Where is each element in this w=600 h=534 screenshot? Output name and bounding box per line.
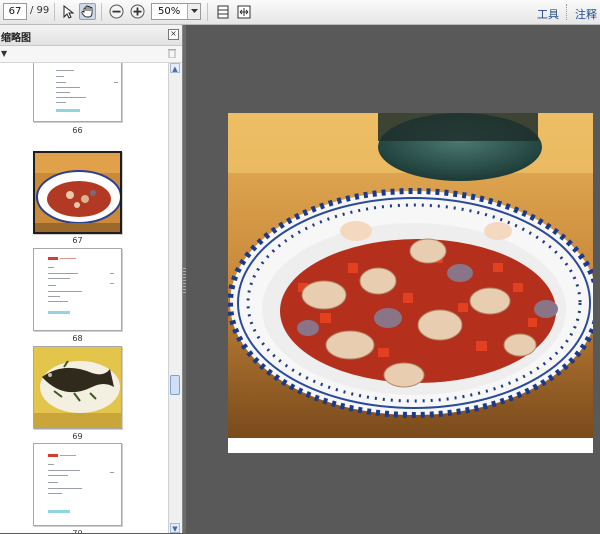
thumbnail-image: [35, 153, 120, 232]
panel-header: 缩略图 ×: [0, 25, 182, 46]
thumbnail-scrollbar[interactable]: ▲ ▼: [168, 63, 182, 533]
thumbnail-page-70[interactable]: [33, 443, 122, 526]
zoom-value: 50%: [158, 6, 181, 17]
zoom-in-button[interactable]: [129, 3, 146, 20]
panel-title: 缩略图: [1, 33, 31, 44]
splitter-grip[interactable]: [183, 268, 186, 294]
zoom-out-icon: [109, 4, 124, 19]
chevron-down-icon[interactable]: [187, 4, 200, 19]
thumbnail-page-66[interactable]: [33, 63, 122, 122]
select-tool-button[interactable]: [59, 3, 76, 20]
toolbar: 67 / 99 50% 工具 注释: [0, 0, 600, 25]
thumbnail-page-67[interactable]: [33, 151, 122, 234]
thumbnail-label: 68: [72, 334, 83, 343]
toolbar-divider: [54, 3, 55, 21]
thumbnail-panel: 缩略图 × ▼ 66 67 68 69 ▲ ▼: [0, 25, 183, 533]
document-page: [228, 113, 593, 453]
thumbnail-label: 67: [72, 236, 83, 245]
select-arrow-icon: [63, 4, 74, 19]
scrollbar-thumb[interactable]: [170, 375, 180, 395]
food-photo: [228, 113, 593, 453]
zoom-out-button[interactable]: [108, 3, 125, 20]
zoom-in-icon: [130, 4, 145, 19]
scroll-down-icon[interactable]: ▼: [170, 523, 180, 533]
comment-link[interactable]: 注释: [575, 6, 597, 22]
fit-width-icon: [237, 5, 250, 18]
thumbnail-page-69[interactable]: [33, 346, 122, 429]
page-number-input[interactable]: 67: [3, 3, 27, 20]
trash-icon[interactable]: [168, 48, 176, 61]
zoom-select[interactable]: 50%: [151, 3, 201, 20]
thumbnail-label: 70: [33, 529, 122, 533]
hand-tool-button[interactable]: [79, 3, 96, 20]
thumbnail-label: 66: [72, 126, 83, 135]
page-total: / 99: [30, 5, 50, 16]
fit-page-button[interactable]: [214, 3, 231, 20]
close-icon[interactable]: ×: [168, 29, 179, 40]
panel-toolbar: ▼: [0, 46, 182, 63]
tools-link[interactable]: 工具: [537, 6, 559, 22]
toolbar-divider: [101, 3, 102, 21]
scroll-up-icon[interactable]: ▲: [170, 63, 180, 73]
options-arrow-icon[interactable]: ▼: [1, 49, 7, 58]
thumbnail-list[interactable]: 66 67 68 69: [0, 63, 168, 533]
thumbnail-image: [34, 347, 121, 428]
thumbnail-label: 69: [72, 432, 83, 441]
thumbnail-page-68[interactable]: [33, 248, 122, 331]
fit-page-icon: [217, 5, 228, 18]
hand-icon: [81, 5, 93, 18]
toolbar-divider: [207, 3, 208, 21]
fit-width-button[interactable]: [235, 3, 252, 20]
toolbar-divider: [566, 4, 567, 20]
